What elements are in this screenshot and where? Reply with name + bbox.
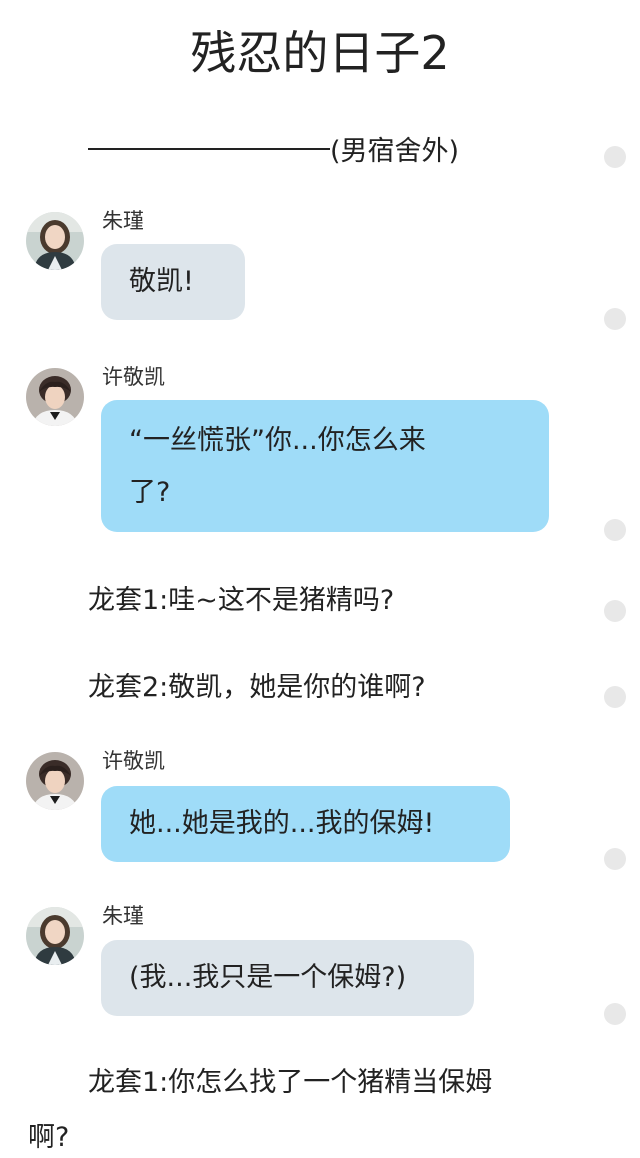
sender-name: 许敬凯	[102, 749, 165, 773]
scroll-indicator-dot[interactable]	[604, 600, 626, 622]
narration-line: 龙套1:你怎么找了一个猪精当保姆	[88, 1067, 493, 1098]
avatar-xujingkai-icon[interactable]	[26, 752, 84, 810]
message-bubble[interactable]: 敬凯!	[101, 244, 245, 320]
scene-label: (男宿舍外)	[330, 135, 460, 167]
scroll-indicator-dot[interactable]	[604, 308, 626, 330]
message-bubble[interactable]: 她...她是我的...我的保姆!	[101, 786, 510, 862]
sender-name: 朱瑾	[102, 904, 144, 928]
scroll-indicator-dot[interactable]	[604, 686, 626, 708]
scroll-indicator-dot[interactable]	[604, 848, 626, 870]
message-bubble[interactable]: (我...我只是一个保姆?)	[101, 940, 474, 1016]
message-text-line: 了?	[129, 477, 171, 508]
scroll-indicator-dot[interactable]	[604, 519, 626, 541]
message-text: 她...她是我的...我的保姆!	[129, 808, 435, 839]
message-text: 敬凯!	[129, 266, 194, 297]
narration-line: 龙套2:敬凯，她是你的谁啊?	[88, 672, 426, 703]
scene-dash-line	[88, 148, 330, 150]
narration-line-continued: 啊?	[28, 1122, 70, 1153]
scene-heading: (男宿舍外)	[88, 128, 459, 168]
avatar-xujingkai-icon[interactable]	[26, 368, 84, 426]
sender-name: 朱瑾	[102, 209, 144, 233]
avatar-zhujin-icon[interactable]	[26, 212, 84, 270]
narration-line: 龙套1:哇~这不是猪精吗?	[88, 585, 395, 616]
message-bubble[interactable]: “一丝慌张”你...你怎么来 了?	[101, 400, 549, 532]
story-title: 残忍的日子2	[190, 26, 450, 80]
scroll-indicator-dot[interactable]	[604, 1003, 626, 1025]
message-text-line: “一丝慌张”你...你怎么来	[129, 425, 426, 456]
message-text: (我...我只是一个保姆?)	[129, 962, 407, 993]
sender-name: 许敬凯	[102, 365, 165, 389]
avatar-zhujin-icon[interactable]	[26, 907, 84, 965]
scroll-indicator-dot[interactable]	[604, 146, 626, 168]
